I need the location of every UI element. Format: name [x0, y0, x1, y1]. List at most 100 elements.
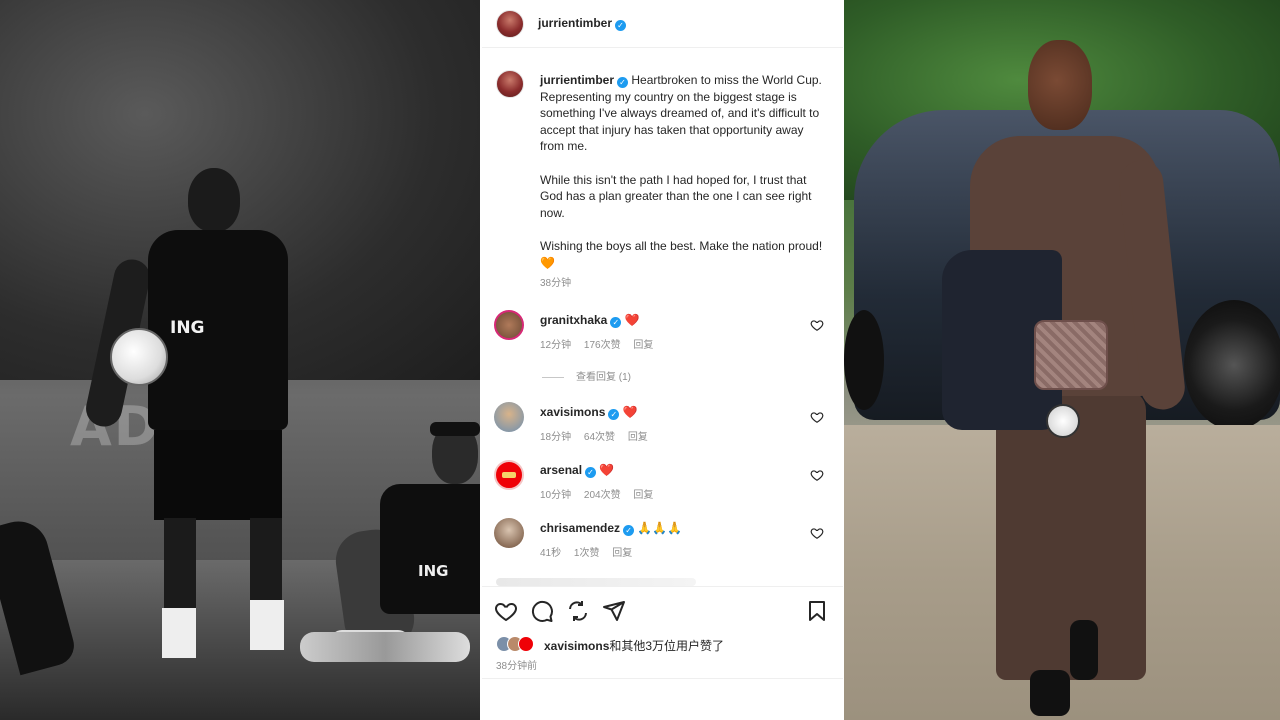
heart-outline-icon[interactable]	[494, 599, 518, 623]
player-shorts	[154, 430, 282, 520]
post-header: jurrientimber ✓	[482, 0, 844, 48]
player-shirt	[380, 484, 482, 614]
walking-player	[940, 40, 1190, 720]
right-photo-arrival	[844, 0, 1280, 720]
comment-text: 🙏🙏🙏	[637, 521, 683, 535]
post-actions-bar	[482, 586, 844, 634]
reply-button[interactable]: 回复	[628, 432, 648, 443]
commenter-avatar[interactable]	[494, 310, 524, 340]
liker-avatar	[518, 636, 534, 652]
comment-time: 18分钟	[540, 432, 572, 443]
instagram-post-panel: jurrientimber ✓ jurrientimber ✓ Heartbroke…	[482, 0, 844, 720]
commenter-avatar[interactable]	[494, 460, 524, 490]
left-photo-training: AD ING ING	[0, 0, 482, 720]
comment-text: ❤️	[624, 313, 640, 327]
caption-time: 38分钟	[540, 278, 572, 290]
caption-paragraph-1: jurrientimber ✓ Heartbroken to miss the W…	[540, 72, 830, 155]
likes-text: xavisimons和其他3万位用户赞了	[544, 637, 724, 654]
football	[110, 328, 168, 386]
caption-text-3: Wishing the boys all the best. Make the …	[540, 238, 823, 253]
player-leg-left	[164, 518, 196, 618]
comment-time: 10分钟	[540, 490, 572, 501]
replies-line	[542, 376, 564, 378]
post-caption: jurrientimber ✓ Heartbroken to miss the W…	[540, 72, 830, 289]
comment-input-area	[482, 678, 844, 720]
post-timestamp: 38分钟前	[496, 661, 538, 672]
reply-button[interactable]: 回复	[633, 490, 653, 501]
shirt-sponsor-text: ING	[170, 318, 205, 338]
view-replies-link[interactable]: 查看回复 (1)	[542, 368, 631, 383]
truncated-comment	[496, 578, 696, 586]
orange-heart-emoji: 🧡	[540, 255, 555, 270]
header-username[interactable]: jurrientimber ✓	[538, 16, 627, 31]
car-wheel	[1184, 300, 1280, 430]
caption-paragraph-2: While this isn't the path I had hoped fo…	[540, 172, 812, 220]
arsenal-logo-icon	[502, 472, 516, 478]
comment-item: granitxhaka ✓ ❤️ 12分钟 176次赞 回复	[494, 310, 832, 360]
comment-item: chrisamendez ✓ 🙏🙏🙏 41秒 1次赞 回复	[494, 518, 832, 568]
send-icon[interactable]	[602, 599, 626, 623]
caption-avatar[interactable]	[496, 70, 524, 98]
heart-outline-icon[interactable]	[810, 410, 824, 424]
headband	[430, 422, 480, 436]
verified-badge-icon: ✓	[617, 77, 629, 88]
player-shoe	[1030, 670, 1070, 716]
shirt-sponsor-text: ING	[418, 562, 449, 580]
comment-likes[interactable]: 1次赞	[574, 548, 600, 559]
repost-icon[interactable]	[566, 599, 590, 623]
commenter-username[interactable]: xavisimons	[540, 405, 605, 419]
comment-meta: 41秒 1次赞 回复	[540, 544, 642, 559]
car-wheel	[844, 310, 884, 410]
heart-outline-icon[interactable]	[810, 318, 824, 332]
reply-button[interactable]: 回复	[612, 548, 632, 559]
player-shoe	[1070, 620, 1098, 680]
verified-badge-icon: ✓	[623, 525, 635, 536]
player-head	[188, 168, 240, 232]
liker-username[interactable]: xavisimons	[544, 639, 609, 653]
standing-player: ING	[82, 168, 300, 678]
author-avatar[interactable]	[496, 10, 524, 38]
commenter-username[interactable]: granitxhaka	[540, 313, 607, 327]
bookmark-icon[interactable]	[805, 599, 829, 623]
comment-meta: 12分钟 176次赞 回复	[540, 336, 663, 351]
comment-header: chrisamendez ✓ 🙏🙏🙏	[540, 521, 682, 536]
comment-likes[interactable]: 204次赞	[584, 490, 621, 501]
comment-header: xavisimons ✓ ❤️	[540, 405, 638, 420]
player-sock-left	[162, 608, 196, 658]
comment-text: ❤️	[599, 463, 615, 477]
commenter-avatar[interactable]	[494, 402, 524, 432]
player-head	[1028, 40, 1092, 130]
heart-outline-icon[interactable]	[810, 526, 824, 540]
player-shirt	[148, 230, 288, 430]
comment-time: 41秒	[540, 548, 562, 559]
commenter-username[interactable]: arsenal	[540, 463, 582, 477]
comment-meta: 10分钟 204次赞 回复	[540, 486, 663, 501]
comment-item: arsenal ✓ ❤️ 10分钟 204次赞 回复	[494, 460, 832, 510]
likes-rest[interactable]: 和其他3万位用户赞了	[609, 639, 724, 653]
verified-badge-icon: ✓	[610, 317, 622, 328]
comment-meta: 18分钟 64次赞 回复	[540, 428, 658, 443]
header-username-text[interactable]: jurrientimber	[538, 16, 612, 30]
comment-likes[interactable]: 176次赞	[584, 340, 621, 351]
heart-outline-icon[interactable]	[810, 468, 824, 482]
verified-badge-icon: ✓	[585, 467, 597, 478]
caption-paragraph-3: Wishing the boys all the best. Make the …	[540, 238, 830, 271]
toiletry-bag	[1034, 320, 1108, 390]
player-sock-right	[250, 600, 284, 650]
verified-badge-icon: ✓	[615, 20, 627, 31]
comment-text: ❤️	[622, 405, 638, 419]
shoes-on-grass	[300, 632, 470, 662]
comment-header: granitxhaka ✓ ❤️	[540, 313, 640, 328]
comment-header: arsenal ✓ ❤️	[540, 463, 614, 478]
verified-badge-icon: ✓	[608, 409, 620, 420]
likes-summary[interactable]: xavisimons和其他3万位用户赞了	[496, 636, 836, 654]
commenter-avatar[interactable]	[494, 518, 524, 548]
caption-username[interactable]: jurrientimber	[540, 73, 614, 87]
view-replies-text[interactable]: 查看回复 (1)	[576, 372, 631, 383]
commenter-username[interactable]: chrisamendez	[540, 521, 620, 535]
reply-button[interactable]: 回复	[633, 340, 653, 351]
comment-likes[interactable]: 64次赞	[584, 432, 615, 443]
comment-time: 12分钟	[540, 340, 572, 351]
football-keychain	[1046, 404, 1080, 438]
comment-icon[interactable]	[530, 599, 554, 623]
